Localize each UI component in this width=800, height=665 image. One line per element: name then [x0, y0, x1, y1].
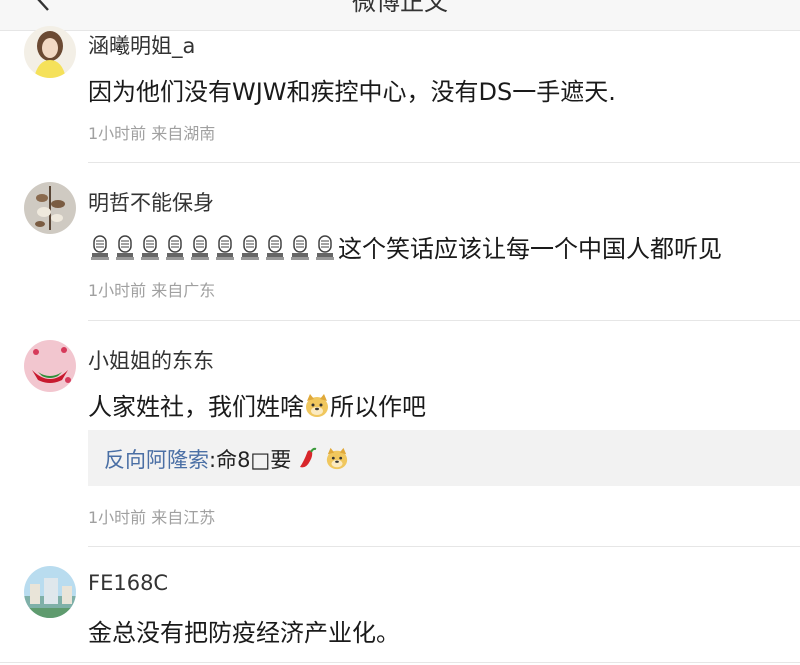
comment-text-part: 所以作吧	[330, 393, 426, 421]
microphone-icon	[91, 235, 109, 260]
username[interactable]: 小姐姐的东东	[88, 345, 214, 375]
comment-item: 小姐姐的东东 人家姓社，我们姓啥 所以作吧 反向阿隆索:命8□要 1小时前 来自江…	[0, 321, 800, 547]
reply-preview[interactable]: 反向阿隆索:命8□要	[88, 430, 800, 486]
doge-icon	[326, 447, 347, 470]
comment-meta: 1小时前 来自广东	[88, 281, 216, 300]
comment-text: 金总没有把防疫经济产业化。	[88, 619, 400, 647]
avatar[interactable]	[24, 340, 76, 392]
comment-meta: 1小时前 来自江苏	[88, 508, 216, 527]
microphone-icon	[291, 235, 309, 260]
microphone-icon	[241, 235, 259, 260]
comment-item: FE168C 金总没有把防疫经济产业化。	[0, 547, 800, 665]
reply-text: :命8□要	[209, 448, 292, 472]
comment-text: 这个笑话应该让每一个中国人都听见	[88, 229, 722, 268]
comment-text: 人家姓社，我们姓啥 所以作吧	[88, 387, 426, 422]
chili-pepper-icon	[299, 447, 317, 468]
username[interactable]: 明哲不能保身	[88, 187, 214, 217]
microphone-icon	[166, 235, 184, 260]
comment-text-body: 这个笑话应该让每一个中国人都听见	[338, 235, 722, 263]
comment-item: 涵曦明姐_a 因为他们没有WJW和疾控中心，没有DS一手遮天. 1小时前 来自湖…	[0, 0, 800, 163]
doge-icon	[306, 394, 328, 417]
microphone-emoji-row	[88, 234, 338, 268]
comment-text-part: 人家姓社，我们姓啥	[88, 393, 304, 421]
username[interactable]: FE168C	[88, 571, 168, 595]
microphone-icon	[316, 235, 334, 260]
username[interactable]: 涵曦明姐_a	[88, 30, 195, 60]
divider	[0, 662, 800, 663]
avatar[interactable]	[24, 566, 76, 618]
microphone-icon	[141, 235, 159, 260]
reply-username[interactable]: 反向阿隆索	[104, 448, 209, 472]
microphone-icon	[116, 235, 134, 260]
avatar[interactable]	[24, 182, 76, 234]
comment-text: 因为他们没有WJW和疾控中心，没有DS一手遮天.	[88, 78, 616, 106]
comment-meta: 1小时前 来自湖南	[88, 124, 216, 143]
microphone-icon	[216, 235, 234, 260]
comment-item: 明哲不能保身 这个笑话应该让每一个中国人都听见 1小时前 来自广东	[0, 163, 800, 321]
avatar[interactable]	[24, 26, 76, 78]
microphone-icon	[191, 235, 209, 260]
microphone-icon	[266, 235, 284, 260]
